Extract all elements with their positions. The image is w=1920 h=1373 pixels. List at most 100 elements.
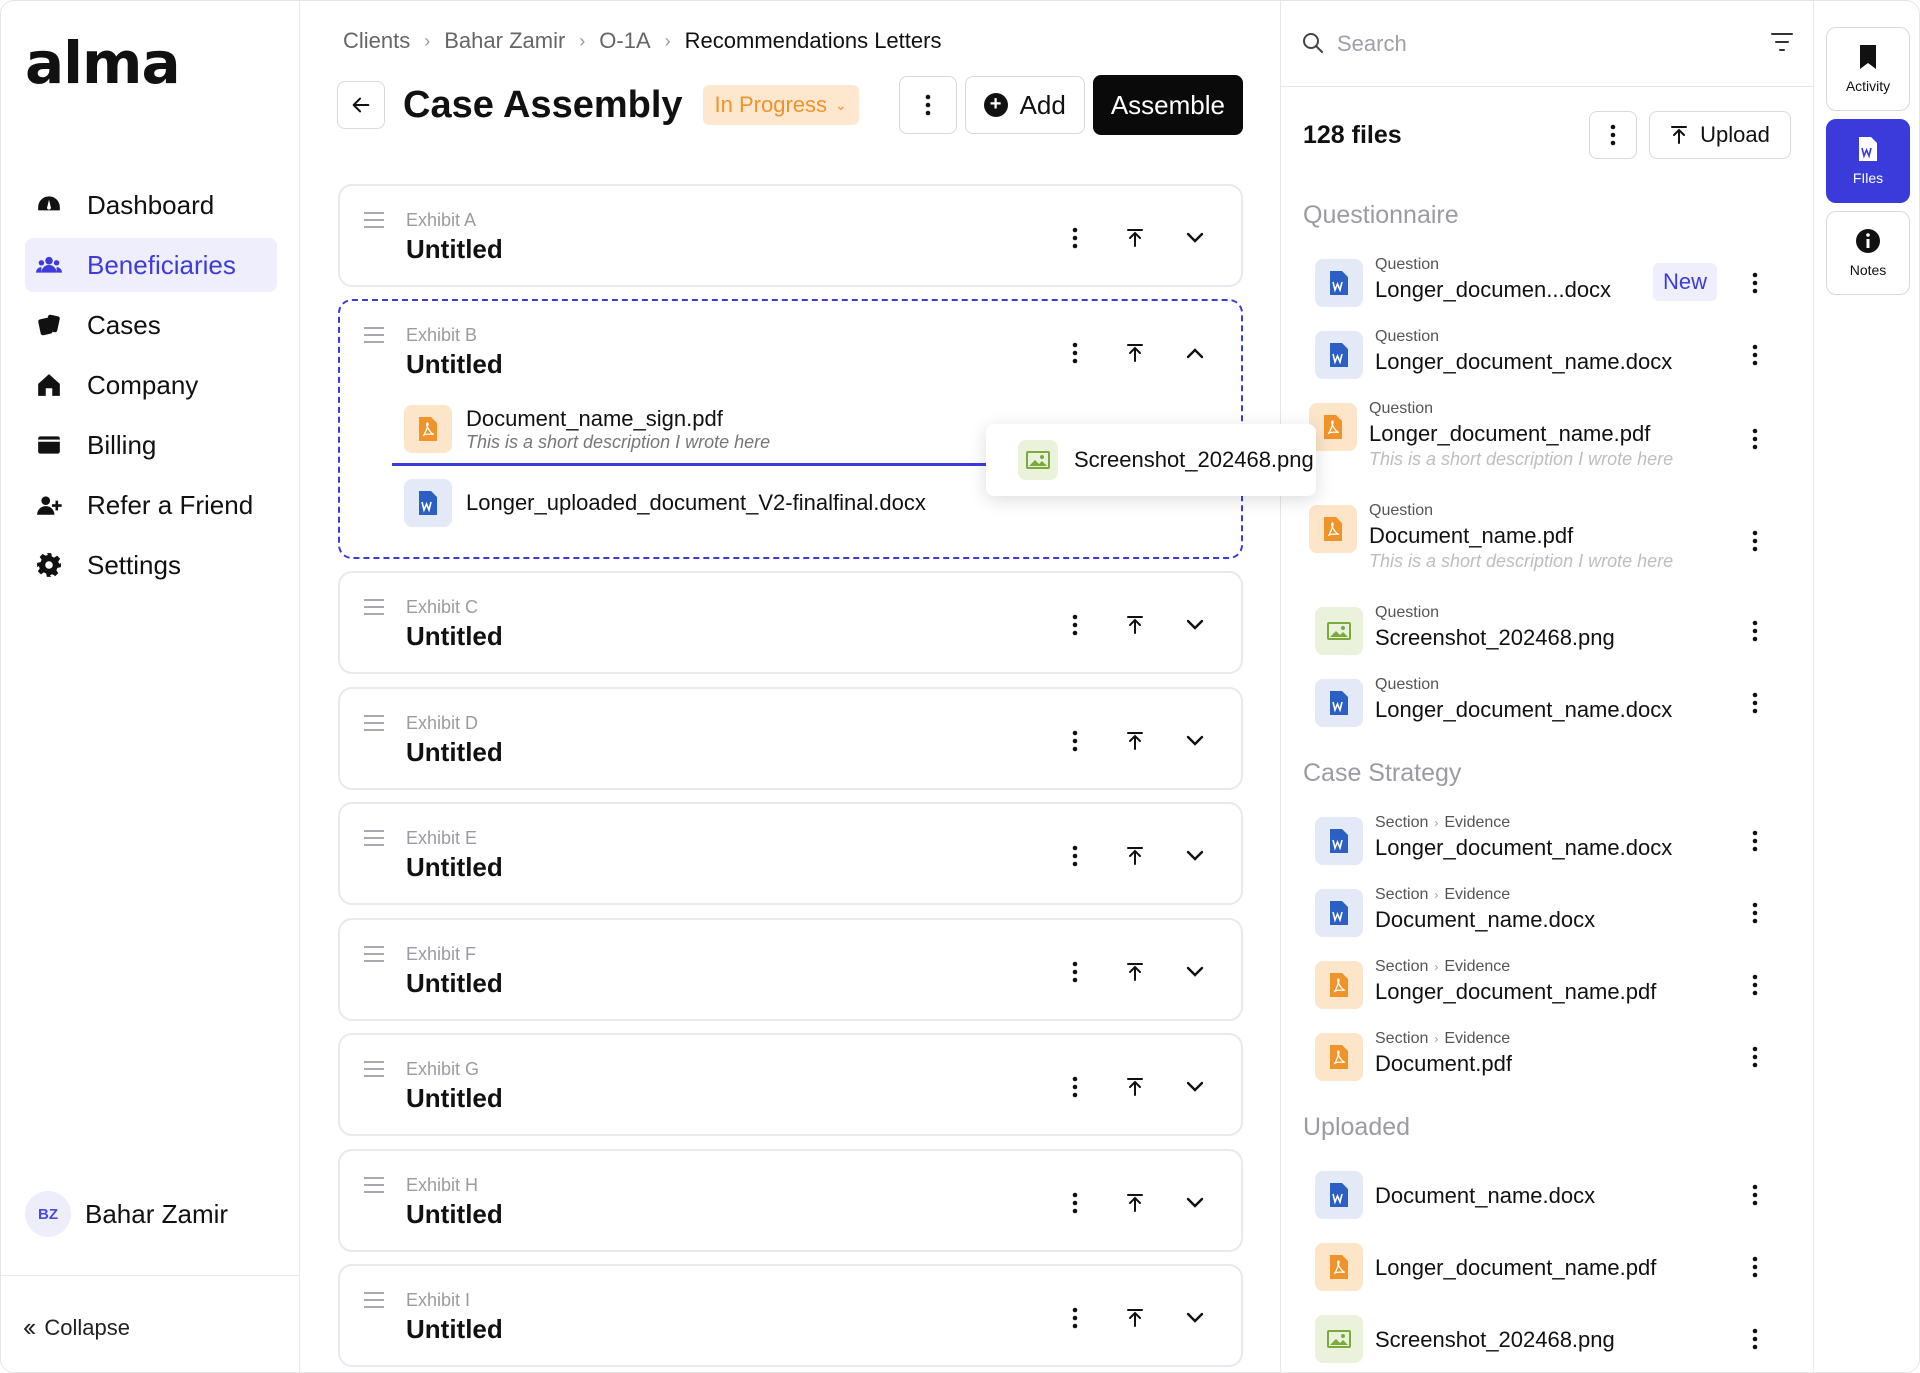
sidebar-item-settings[interactable]: Settings <box>25 538 277 592</box>
file-item[interactable]: Section › Evidence Longer_document_name.do… <box>1281 811 1814 871</box>
exhibit-card[interactable]: Exhibit A Untitled <box>338 184 1243 287</box>
drag-handle-icon[interactable] <box>364 1292 384 1313</box>
assemble-button[interactable]: Assemble <box>1092 75 1243 135</box>
file-item[interactable]: Section › Evidence Longer_document_name.pd… <box>1281 955 1814 1015</box>
chevron-down-icon[interactable] <box>1173 1181 1217 1225</box>
kebab-icon[interactable] <box>1053 719 1097 763</box>
chevron-down-icon[interactable] <box>1173 216 1217 260</box>
chevron-down-icon[interactable] <box>1173 1065 1217 1109</box>
move-to-top-icon[interactable] <box>1113 603 1157 647</box>
exhibit-title[interactable]: Untitled <box>406 1314 503 1345</box>
exhibit-title[interactable]: Untitled <box>406 234 503 265</box>
kebab-icon[interactable] <box>1053 834 1097 878</box>
kebab-icon[interactable] <box>1053 603 1097 647</box>
rail-button-activity[interactable]: Activity <box>1826 27 1910 111</box>
sidebar-item-cases[interactable]: Cases <box>25 298 277 352</box>
kebab-icon[interactable] <box>1053 331 1097 375</box>
exhibit-card[interactable]: Exhibit D Untitled <box>338 687 1243 790</box>
exhibit-document[interactable]: Document_name_sign.pdf This is a short d… <box>404 405 770 453</box>
chevron-down-icon[interactable] <box>1173 950 1217 994</box>
kebab-icon[interactable] <box>1743 829 1767 853</box>
file-item[interactable]: Question Document_name.pdf This is a sho… <box>1281 499 1814 585</box>
back-button[interactable] <box>337 81 385 129</box>
search-input[interactable] <box>1337 27 1717 61</box>
exhibit-title[interactable]: Untitled <box>406 1199 503 1230</box>
exhibit-title[interactable]: Untitled <box>406 968 503 999</box>
sidebar-item-billing[interactable]: Billing <box>25 418 277 472</box>
kebab-icon[interactable] <box>1053 1065 1097 1109</box>
file-item[interactable]: Section › Evidence Document_name.docx <box>1281 883 1814 943</box>
file-item[interactable]: Question Longer_document_name.docx <box>1281 673 1814 733</box>
kebab-icon[interactable] <box>1743 427 1767 451</box>
move-to-top-icon[interactable] <box>1113 1065 1157 1109</box>
breadcrumb-item-case[interactable]: O-1A <box>599 28 650 54</box>
kebab-icon[interactable] <box>1053 1296 1097 1340</box>
sidebar-item-refer[interactable]: Refer a Friend <box>25 478 277 532</box>
drag-handle-icon[interactable] <box>364 212 384 233</box>
kebab-icon[interactable] <box>1743 1183 1767 1207</box>
kebab-icon[interactable] <box>1743 529 1767 553</box>
chevron-up-icon[interactable] <box>1173 331 1217 375</box>
move-to-top-icon[interactable] <box>1113 834 1157 878</box>
kebab-icon[interactable] <box>1743 619 1767 643</box>
move-to-top-icon[interactable] <box>1113 1296 1157 1340</box>
drag-handle-icon[interactable] <box>364 599 384 620</box>
rail-button-notes[interactable]: Notes <box>1826 211 1910 295</box>
drag-handle-icon[interactable] <box>364 715 384 736</box>
files-more-button[interactable] <box>1589 111 1637 159</box>
exhibit-card[interactable]: Exhibit F Untitled <box>338 918 1243 1021</box>
file-item[interactable]: Screenshot_202468.png <box>1281 1309 1814 1369</box>
exhibit-card[interactable]: Exhibit G Untitled <box>338 1033 1243 1136</box>
breadcrumb-item-clients[interactable]: Clients <box>343 28 410 54</box>
drag-handle-icon[interactable] <box>364 830 384 851</box>
exhibit-title[interactable]: Untitled <box>406 621 503 652</box>
dragged-file-preview[interactable]: Screenshot_202468.png <box>986 424 1316 496</box>
kebab-icon[interactable] <box>1743 901 1767 925</box>
move-to-top-icon[interactable] <box>1113 950 1157 994</box>
exhibit-title[interactable]: Untitled <box>406 852 503 883</box>
status-dropdown[interactable]: In Progress ⌄ <box>702 85 859 125</box>
sidebar-item-beneficiaries[interactable]: Beneficiaries <box>25 238 277 292</box>
file-item[interactable]: Question Longer_documen...docx New <box>1281 253 1814 313</box>
filter-icon[interactable] <box>1770 31 1794 53</box>
kebab-icon[interactable] <box>1743 271 1767 295</box>
kebab-icon[interactable] <box>1053 950 1097 994</box>
rail-button-files[interactable]: FIles <box>1826 119 1910 203</box>
move-to-top-icon[interactable] <box>1113 1181 1157 1225</box>
breadcrumb-item-client[interactable]: Bahar Zamir <box>444 28 565 54</box>
add-button[interactable]: + Add <box>964 76 1085 134</box>
drag-handle-icon[interactable] <box>364 1177 384 1198</box>
more-options-button[interactable] <box>898 76 957 134</box>
sidebar-item-dashboard[interactable]: Dashboard <box>25 178 277 232</box>
kebab-icon[interactable] <box>1743 973 1767 997</box>
drag-handle-icon[interactable] <box>364 327 384 348</box>
exhibit-card[interactable]: Exhibit C Untitled <box>338 571 1243 674</box>
move-to-top-icon[interactable] <box>1113 331 1157 375</box>
exhibit-title[interactable]: Untitled <box>406 1083 503 1114</box>
file-item[interactable]: Question Screenshot_202468.png <box>1281 601 1814 661</box>
chevron-down-icon[interactable] <box>1173 719 1217 763</box>
sidebar-item-company[interactable]: Company <box>25 358 277 412</box>
exhibit-card[interactable]: Exhibit I Untitled <box>338 1264 1243 1367</box>
chevron-down-icon[interactable] <box>1173 603 1217 647</box>
file-item[interactable]: Question Longer_document_name.docx <box>1281 325 1814 385</box>
file-item[interactable]: Longer_document_name.pdf <box>1281 1237 1814 1297</box>
collapse-button[interactable]: ‹‹ Collapse <box>23 1312 130 1343</box>
upload-button[interactable]: Upload <box>1649 111 1791 159</box>
kebab-icon[interactable] <box>1743 691 1767 715</box>
user-profile[interactable]: BZ Bahar Zamir <box>25 1191 228 1237</box>
file-item[interactable]: Question Longer_document_name.pdf This i… <box>1281 397 1814 483</box>
exhibit-card[interactable]: Exhibit E Untitled <box>338 802 1243 905</box>
chevron-down-icon[interactable] <box>1173 1296 1217 1340</box>
exhibit-title[interactable]: Untitled <box>406 349 503 380</box>
file-item[interactable]: Section › Evidence Document.pdf <box>1281 1027 1814 1087</box>
kebab-icon[interactable] <box>1743 1255 1767 1279</box>
exhibit-title[interactable]: Untitled <box>406 737 503 768</box>
kebab-icon[interactable] <box>1743 1327 1767 1351</box>
drag-handle-icon[interactable] <box>364 946 384 967</box>
kebab-icon[interactable] <box>1053 216 1097 260</box>
exhibit-card[interactable]: Exhibit H Untitled <box>338 1149 1243 1252</box>
kebab-icon[interactable] <box>1743 343 1767 367</box>
move-to-top-icon[interactable] <box>1113 216 1157 260</box>
kebab-icon[interactable] <box>1743 1045 1767 1069</box>
